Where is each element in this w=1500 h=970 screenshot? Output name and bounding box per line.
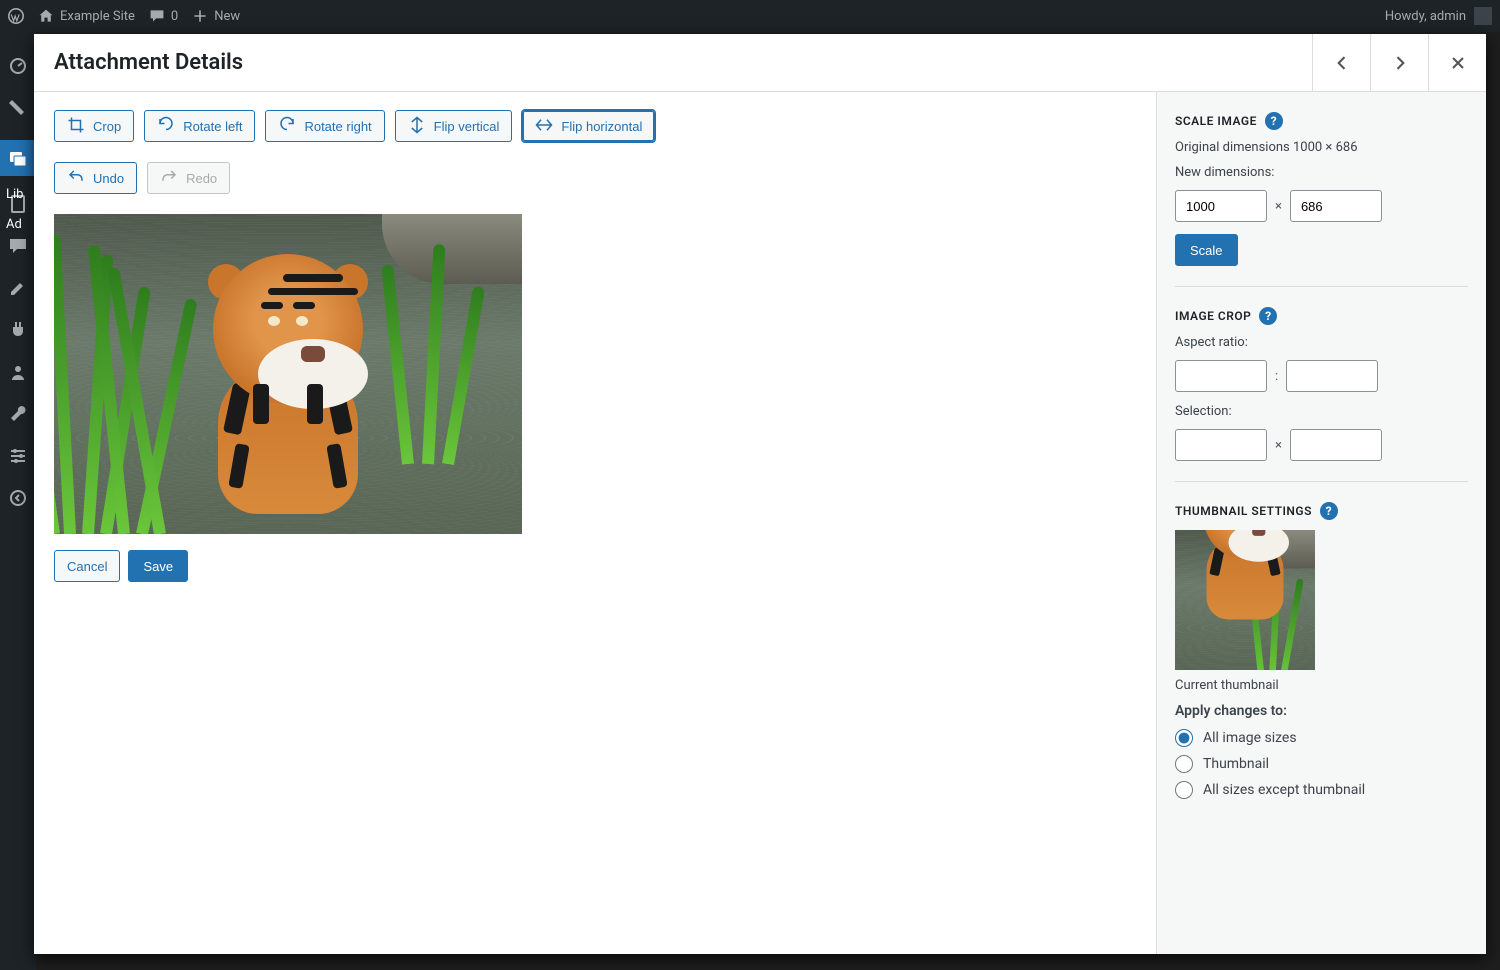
comments-link[interactable]: 0 [149, 8, 178, 24]
undo-icon [67, 168, 85, 189]
redo-button: Redo [147, 162, 230, 194]
selection-label: Selection: [1175, 404, 1468, 419]
modal-header: Attachment Details [34, 34, 1486, 92]
flip-vertical-label: Flip vertical [434, 119, 500, 134]
redo-label: Redo [186, 171, 217, 186]
crop-button[interactable]: Crop [54, 110, 134, 142]
radio-all-sizes-input[interactable] [1175, 729, 1193, 747]
new-dimensions-label: New dimensions: [1175, 165, 1468, 180]
scale-button[interactable]: Scale [1175, 234, 1238, 266]
radio-thumbnail-input[interactable] [1175, 755, 1193, 773]
editor-pane: Crop Rotate left Rotate right Flip verti… [34, 92, 1156, 954]
undo-label: Undo [93, 171, 124, 186]
tools-icon[interactable] [8, 404, 28, 428]
help-icon[interactable]: ? [1320, 502, 1338, 520]
settings-sidebar: SCALE IMAGE ? Original dimensions 1000 ×… [1156, 92, 1486, 954]
rotate-left-button[interactable]: Rotate left [144, 110, 255, 142]
rotate-right-button[interactable]: Rotate right [265, 110, 384, 142]
appearance-icon[interactable] [8, 278, 28, 302]
media-icon[interactable] [0, 140, 36, 176]
rotate-left-label: Rotate left [183, 119, 242, 134]
radio-thumbnail[interactable]: Thumbnail [1175, 755, 1468, 773]
attachment-details-modal: Attachment Details Crop Rotate left R [34, 34, 1486, 954]
rotate-right-icon [278, 116, 296, 137]
rotate-right-label: Rotate right [304, 119, 371, 134]
flip-horizontal-icon [535, 116, 553, 137]
crop-heading: IMAGE CROP ? [1175, 307, 1468, 325]
crop-icon [67, 116, 85, 137]
apply-changes-label: Apply changes to: [1175, 703, 1468, 719]
save-label: Save [143, 559, 173, 574]
plugins-icon[interactable] [8, 320, 28, 344]
flip-horizontal-label: Flip horizontal [561, 119, 642, 134]
new-label: New [214, 9, 240, 24]
site-link[interactable]: Example Site [38, 8, 135, 24]
selection-height-input[interactable] [1290, 429, 1382, 461]
radio-except-thumbnail-input[interactable] [1175, 781, 1193, 799]
avatar[interactable] [1474, 7, 1492, 25]
close-modal-button[interactable] [1428, 34, 1486, 91]
flip-vertical-button[interactable]: Flip vertical [395, 110, 513, 142]
admin-sidebar [0, 32, 36, 970]
comments-count: 0 [171, 9, 178, 24]
modal-title: Attachment Details [54, 50, 243, 75]
scale-heading: SCALE IMAGE ? [1175, 112, 1468, 130]
flip-vertical-icon [408, 116, 426, 137]
redo-icon [160, 168, 178, 189]
new-link[interactable]: New [192, 8, 240, 24]
flip-horizontal-button[interactable]: Flip horizontal [522, 110, 655, 142]
site-name: Example Site [60, 9, 135, 24]
scale-width-input[interactable] [1175, 190, 1267, 222]
settings-icon[interactable] [8, 446, 28, 470]
radio-except-thumbnail[interactable]: All sizes except thumbnail [1175, 781, 1468, 799]
posts-icon[interactable] [8, 98, 28, 122]
image-preview[interactable] [54, 214, 522, 534]
cancel-button[interactable]: Cancel [54, 550, 120, 582]
dashboard-icon[interactable] [8, 56, 28, 80]
wp-logo[interactable] [8, 8, 24, 24]
thumbnail-preview [1175, 530, 1315, 670]
howdy-text[interactable]: Howdy, admin [1385, 9, 1466, 24]
next-attachment-button[interactable] [1370, 34, 1428, 91]
current-thumbnail-label: Current thumbnail [1175, 678, 1468, 693]
cancel-label: Cancel [67, 559, 107, 574]
aspect-width-input[interactable] [1175, 360, 1267, 392]
save-button[interactable]: Save [128, 550, 188, 582]
times-separator: × [1275, 199, 1282, 214]
aspect-height-input[interactable] [1286, 360, 1378, 392]
sidebar-peek: Lib Ad [6, 180, 23, 240]
times-separator: × [1275, 438, 1282, 453]
collapse-icon[interactable] [8, 488, 28, 512]
colon-separator: : [1275, 369, 1278, 384]
undo-button[interactable]: Undo [54, 162, 137, 194]
original-dimensions: Original dimensions 1000 × 686 [1175, 140, 1468, 155]
selection-width-input[interactable] [1175, 429, 1267, 461]
prev-attachment-button[interactable] [1312, 34, 1370, 91]
thumbnail-heading: THUMBNAIL SETTINGS ? [1175, 502, 1468, 520]
scale-height-input[interactable] [1290, 190, 1382, 222]
admin-bar: Example Site 0 New Howdy, admin [0, 0, 1500, 32]
help-icon[interactable]: ? [1265, 112, 1283, 130]
image-edit-toolbar: Crop Rotate left Rotate right Flip verti… [54, 110, 1136, 194]
help-icon[interactable]: ? [1259, 307, 1277, 325]
rotate-left-icon [157, 116, 175, 137]
crop-label: Crop [93, 119, 121, 134]
users-icon[interactable] [8, 362, 28, 386]
aspect-ratio-label: Aspect ratio: [1175, 335, 1468, 350]
radio-all-sizes[interactable]: All image sizes [1175, 729, 1468, 747]
